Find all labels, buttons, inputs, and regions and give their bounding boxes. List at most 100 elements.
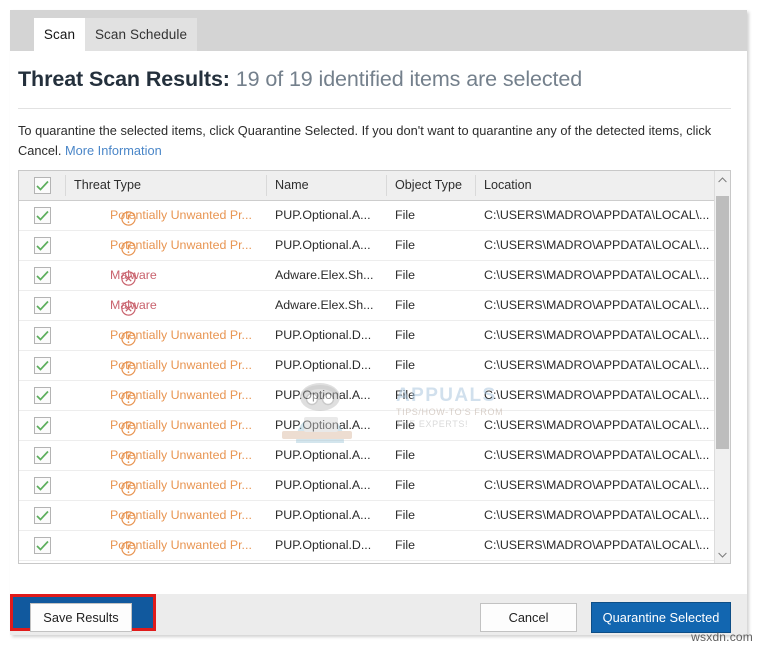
row-checkbox[interactable] bbox=[34, 297, 51, 314]
cell-threat-type-label: Malware bbox=[74, 268, 157, 282]
checkmark-icon bbox=[36, 390, 49, 402]
row-checkbox-cell[interactable] bbox=[19, 261, 65, 290]
cell-location: C:\USERS\MADRO\APPDATA\LOCAL\... bbox=[476, 231, 716, 260]
cell-name: Adware.Elex.Sh... bbox=[267, 261, 377, 290]
vertical-scrollbar[interactable] bbox=[714, 171, 730, 563]
table-row[interactable]: Potentially Unwanted Pr...PUP.Optional.D… bbox=[19, 321, 730, 351]
row-checkbox[interactable] bbox=[34, 477, 51, 494]
row-checkbox[interactable] bbox=[34, 417, 51, 434]
cell-threat-type-label: Malware bbox=[74, 298, 157, 312]
row-checkbox-cell[interactable] bbox=[19, 381, 65, 410]
checkmark-icon bbox=[36, 510, 49, 522]
column-header-name[interactable]: Name bbox=[267, 171, 377, 200]
table-row[interactable]: MalwareAdware.Elex.Sh...FileC:\USERS\MAD… bbox=[19, 291, 730, 321]
row-checkbox[interactable] bbox=[34, 357, 51, 374]
chevron-up-icon bbox=[718, 177, 727, 183]
warning-icon bbox=[121, 331, 136, 346]
table-row[interactable]: Potentially Unwanted Pr...PUP.Optional.A… bbox=[19, 501, 730, 531]
cell-threat-type-label: Potentially Unwanted Pr... bbox=[74, 508, 252, 522]
cell-object-type: File bbox=[387, 201, 467, 230]
row-checkbox-cell[interactable] bbox=[19, 351, 65, 380]
row-checkbox[interactable] bbox=[34, 267, 51, 284]
cell-name: PUP.Optional.D... bbox=[267, 531, 377, 560]
cell-threat-type: Potentially Unwanted Pr... bbox=[66, 411, 266, 440]
cell-object-type: File bbox=[387, 441, 467, 470]
select-all-checkbox[interactable] bbox=[34, 177, 51, 194]
cell-location: C:\USERS\MADRO\APPDATA\LOCAL\... bbox=[476, 501, 716, 530]
cell-name: PUP.Optional.A... bbox=[267, 471, 377, 500]
page-title-strong: Threat Scan Results: bbox=[18, 67, 230, 91]
cell-object-type: File bbox=[387, 531, 467, 560]
column-header-threat-type[interactable]: Threat Type bbox=[66, 171, 266, 200]
cancel-button[interactable]: Cancel bbox=[480, 603, 577, 632]
scroll-down-button[interactable] bbox=[715, 546, 730, 563]
row-checkbox-cell[interactable] bbox=[19, 441, 65, 470]
select-all-cell[interactable] bbox=[19, 171, 65, 200]
cell-threat-type-label: Potentially Unwanted Pr... bbox=[74, 418, 252, 432]
row-checkbox[interactable] bbox=[34, 387, 51, 404]
warning-icon bbox=[121, 421, 136, 436]
warning-icon bbox=[121, 358, 136, 373]
warning-icon bbox=[121, 241, 136, 256]
row-checkbox-cell[interactable] bbox=[19, 471, 65, 500]
more-information-link[interactable]: More Information bbox=[65, 143, 162, 158]
cell-threat-type-label: Potentially Unwanted Pr... bbox=[74, 538, 252, 552]
cell-threat-type: Potentially Unwanted Pr... bbox=[66, 441, 266, 470]
row-checkbox-cell[interactable] bbox=[19, 291, 65, 320]
cell-location: C:\USERS\MADRO\APPDATA\LOCAL\... bbox=[476, 351, 716, 380]
row-checkbox-cell[interactable] bbox=[19, 321, 65, 350]
row-checkbox[interactable] bbox=[34, 447, 51, 464]
row-checkbox-cell[interactable] bbox=[19, 411, 65, 440]
table-row[interactable]: Potentially Unwanted Pr...PUP.Optional.A… bbox=[19, 381, 730, 411]
checkmark-icon bbox=[36, 240, 49, 252]
cell-object-type: File bbox=[387, 381, 467, 410]
tab-scan-schedule[interactable]: Scan Schedule bbox=[85, 18, 197, 51]
checkmark-icon bbox=[36, 270, 49, 282]
table-row[interactable]: Potentially Unwanted Pr...PUP.Optional.A… bbox=[19, 411, 730, 441]
table-row[interactable]: Potentially Unwanted Pr... PUP.Optional.D… bbox=[19, 531, 730, 561]
scrollbar-thumb[interactable] bbox=[716, 196, 729, 449]
warning-icon bbox=[121, 478, 136, 493]
cell-threat-type: Potentially Unwanted Pr... bbox=[66, 201, 266, 230]
checkmark-icon bbox=[36, 180, 49, 192]
quarantine-selected-button[interactable]: Quarantine Selected bbox=[591, 602, 731, 633]
cell-object-type: File bbox=[387, 411, 467, 440]
row-checkbox-cell[interactable] bbox=[19, 531, 65, 560]
warning-icon bbox=[121, 361, 136, 376]
cell-threat-type: Potentially Unwanted Pr... bbox=[66, 471, 266, 500]
warning-icon bbox=[121, 508, 136, 523]
cancel-label: Cancel bbox=[509, 610, 549, 625]
save-results-label: Save Results bbox=[43, 610, 118, 625]
chevron-down-icon bbox=[718, 552, 727, 558]
tab-scan[interactable]: Scan bbox=[34, 18, 85, 51]
scroll-up-button[interactable] bbox=[715, 171, 730, 188]
row-checkbox[interactable] bbox=[34, 327, 51, 344]
cell-object-type: File bbox=[387, 321, 467, 350]
cell-threat-type-label: Potentially Unwanted Pr... bbox=[74, 208, 252, 222]
save-results-button[interactable]: Save Results bbox=[30, 603, 132, 632]
cell-name: PUP.Optional.D... bbox=[267, 351, 377, 380]
row-checkbox[interactable] bbox=[34, 237, 51, 254]
scan-results-window: Scan Scan Schedule Threat Scan Results: … bbox=[10, 10, 747, 635]
table-row[interactable]: Potentially Unwanted Pr...PUP.Optional.A… bbox=[19, 201, 730, 231]
row-checkbox-cell[interactable] bbox=[19, 231, 65, 260]
table-row[interactable]: Potentially Unwanted Pr...PUP.Optional.A… bbox=[19, 471, 730, 501]
cell-object-type: File bbox=[387, 261, 467, 290]
checkmark-icon bbox=[36, 300, 49, 312]
cell-threat-type-label: Potentially Unwanted Pr... bbox=[74, 238, 252, 252]
threat-results-table: Threat Type Name Object Type Location Po… bbox=[18, 170, 731, 564]
row-checkbox[interactable] bbox=[34, 537, 51, 554]
row-checkbox-cell[interactable] bbox=[19, 501, 65, 530]
checkmark-icon bbox=[36, 540, 49, 552]
quarantine-selected-label: Quarantine Selected bbox=[603, 610, 720, 625]
row-checkbox-cell[interactable] bbox=[19, 201, 65, 230]
row-checkbox[interactable] bbox=[34, 207, 51, 224]
column-header-object-type[interactable]: Object Type bbox=[387, 171, 467, 200]
table-row[interactable]: Potentially Unwanted Pr...PUP.Optional.A… bbox=[19, 231, 730, 261]
table-row[interactable]: Potentially Unwanted Pr...PUP.Optional.A… bbox=[19, 441, 730, 471]
column-header-location[interactable]: Location bbox=[476, 171, 716, 200]
row-checkbox[interactable] bbox=[34, 507, 51, 524]
table-row[interactable]: Potentially Unwanted Pr...PUP.Optional.D… bbox=[19, 351, 730, 381]
instructions-text: To quarantine the selected items, click … bbox=[18, 121, 718, 161]
table-row[interactable]: MalwareAdware.Elex.Sh...FileC:\USERS\MAD… bbox=[19, 261, 730, 291]
